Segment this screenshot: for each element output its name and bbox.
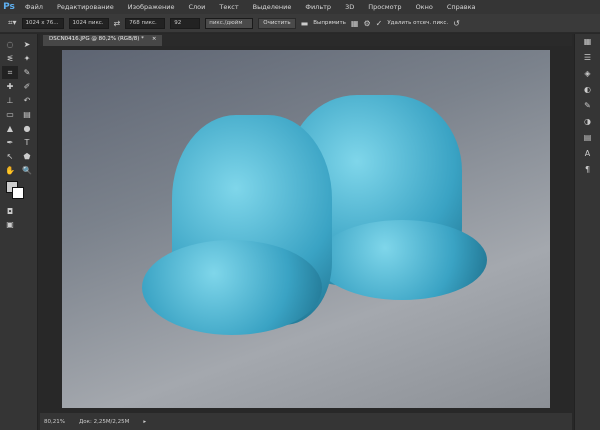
resolution-input[interactable]: 92 (170, 17, 201, 29)
menu-view[interactable]: Просмотр (361, 3, 408, 11)
healing-brush-icon[interactable]: ✚ (2, 80, 18, 93)
eyedropper-icon[interactable]: ✎ (19, 66, 35, 79)
menu-window[interactable]: Окно (409, 3, 440, 11)
document-tab[interactable]: DSCN0416.JPG @ 80,2% (RGB/8) * × (43, 35, 163, 46)
zoom-icon[interactable]: 🔍 (19, 164, 35, 177)
canvas-area[interactable] (40, 46, 572, 412)
color-swatches[interactable] (6, 181, 37, 205)
menu-layers[interactable]: Слои (181, 3, 212, 11)
photo-knitted-booties (62, 50, 550, 408)
paragraph-panel-icon[interactable]: ¶ (575, 162, 600, 178)
shape-icon[interactable]: ⬟ (19, 150, 35, 163)
pen-icon[interactable]: ✒ (2, 136, 18, 149)
marquee-icon[interactable]: ◌ (2, 38, 18, 51)
path-select-icon[interactable]: ↖ (2, 150, 18, 163)
status-bar: 80,21% Док: 2,25M/2,25M ▸ (40, 413, 572, 430)
history-panel-icon[interactable]: ▦ (575, 34, 600, 50)
height-input[interactable]: 768 пикс. (125, 17, 166, 29)
menu-edit[interactable]: Редактирование (50, 3, 121, 11)
paths-panel-icon[interactable]: ✎ (575, 98, 600, 114)
ratio-select[interactable]: 1024 x 76... (21, 17, 64, 29)
units-select[interactable]: пикс./дюйм (205, 17, 254, 29)
straighten-button[interactable]: Выпрямить (313, 20, 346, 26)
settings-gear-icon[interactable]: ⚙ (363, 19, 370, 28)
width-input[interactable]: 1024 пикс. (68, 17, 109, 29)
hand-icon[interactable]: ✋ (2, 164, 18, 177)
delete-cropped-label[interactable]: Удалить отсеч. пикс. (387, 20, 448, 26)
swap-icon[interactable]: ⇄ (114, 19, 121, 28)
adjustments-panel-icon[interactable]: ◑ (575, 114, 600, 130)
quick-mask-icon[interactable]: ◘ (2, 205, 18, 218)
tools-panel: ◌ ➤ ᓬ ✦ ⌗ ✎ ✚ ✐ ⊥ ↶ ▭ ▤ ▲ ● ✒ T ↖ ⬟ ✋ 🔍 ◘ ▣ (0, 34, 38, 430)
menu-filter[interactable]: Фильтр (298, 3, 338, 11)
status-menu-arrow-icon[interactable]: ▸ (143, 419, 146, 425)
right-panel-strip: ▦ ☰ ◈ ◐ ✎ ◑ ▤ A ¶ (574, 34, 600, 430)
menu-help[interactable]: Справка (440, 3, 483, 11)
reset-icon[interactable]: ↺ (453, 19, 460, 28)
document-size: Док: 2,25M/2,25M (78, 418, 130, 425)
stamp-icon[interactable]: ⊥ (2, 94, 18, 107)
menu-file[interactable]: Файл (18, 3, 50, 11)
close-tab-icon[interactable]: × (152, 36, 157, 45)
document-tab-bar: DSCN0416.JPG @ 80,2% (RGB/8) * × (40, 34, 572, 46)
styles-panel-icon[interactable]: ▤ (575, 130, 600, 146)
dodge-icon[interactable]: ● (19, 122, 35, 135)
bootie-back-toe (317, 220, 487, 300)
zoom-level[interactable]: 80,21% (44, 419, 65, 425)
menu-3d[interactable]: 3D (338, 3, 361, 11)
eraser-icon[interactable]: ▭ (2, 108, 18, 121)
channels-panel-icon[interactable]: ◐ (575, 82, 600, 98)
menu-bar: Ps Файл Редактирование Изображение Слои … (0, 0, 600, 14)
clear-button[interactable]: Очистить (258, 17, 296, 29)
layers-panel-icon[interactable]: ◈ (575, 66, 600, 82)
move-icon[interactable]: ➤ (19, 38, 35, 51)
history-brush-icon[interactable]: ↶ (19, 94, 35, 107)
menu-type[interactable]: Текст (212, 3, 245, 11)
character-panel-icon[interactable]: A (575, 146, 600, 162)
options-bar: ⌗▾ 1024 x 76... 1024 пикс. ⇄ 768 пикс. 9… (0, 14, 600, 33)
menu-image[interactable]: Изображение (121, 3, 182, 11)
brush-icon[interactable]: ✐ (19, 80, 35, 93)
properties-panel-icon[interactable]: ☰ (575, 50, 600, 66)
photoshop-logo: Ps (3, 2, 15, 12)
document-tab-title: DSCN0416.JPG @ 80,2% (RGB/8) * (49, 36, 144, 42)
magic-wand-icon[interactable]: ✦ (19, 52, 35, 65)
type-icon[interactable]: T (19, 136, 35, 149)
bootie-front-toe (142, 240, 322, 335)
menu-select[interactable]: Выделение (246, 3, 299, 11)
lasso-icon[interactable]: ᓬ (2, 52, 18, 65)
straighten-icon[interactable]: ▬ (301, 19, 309, 28)
grid-overlay-icon[interactable]: ▦ (351, 19, 359, 28)
gradient-icon[interactable]: ▤ (19, 108, 35, 121)
crop-icon[interactable]: ⌗ (2, 66, 18, 79)
screen-mode-icon[interactable]: ▣ (2, 218, 18, 231)
crop-tool-icon[interactable]: ⌗▾ (8, 18, 17, 28)
blur-icon[interactable]: ▲ (2, 122, 18, 135)
checkbox-checked-icon[interactable]: ✓ (376, 19, 383, 28)
